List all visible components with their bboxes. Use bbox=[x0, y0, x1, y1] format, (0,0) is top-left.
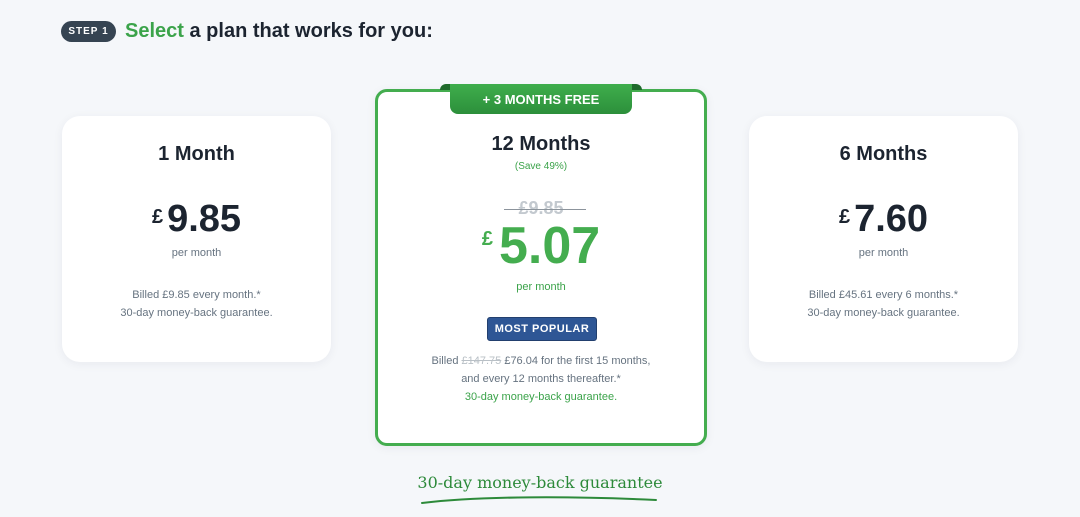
currency-symbol: £ bbox=[838, 206, 851, 228]
billing-line-2: and every 12 months thereafter.* bbox=[461, 373, 621, 385]
per-month-label: per month bbox=[171, 247, 222, 259]
plan-price: £ 5.07 bbox=[378, 220, 704, 272]
billed-prefix: Billed bbox=[431, 355, 462, 367]
billing-line: Billed £147.75 £76.04 for the first 15 m… bbox=[378, 352, 704, 370]
original-price: £9.85 bbox=[378, 198, 704, 219]
per-month-label: per month bbox=[858, 247, 909, 259]
billed-new-amount: £76.04 for the first 15 months, bbox=[501, 355, 651, 367]
per-month-label: per month bbox=[516, 281, 566, 293]
billing-line: Billed £9.85 every month.* bbox=[132, 289, 261, 301]
currency-symbol: £ bbox=[481, 228, 493, 250]
plan-card-6-months[interactable]: 6 Months £ 7.60 per month Billed £45.61 … bbox=[749, 116, 1018, 362]
step-title-rest: a plan that works for you: bbox=[183, 20, 433, 42]
savings-label: (Save 49%) bbox=[514, 161, 568, 172]
billing-line: Billed £45.61 every 6 months.* bbox=[808, 289, 959, 301]
plan-card-1-month[interactable]: 1 Month £ 9.85 per month Billed £9.85 ev… bbox=[62, 116, 331, 362]
currency-symbol: £ bbox=[151, 206, 164, 228]
most-popular-badge: MOST POPULAR bbox=[487, 317, 597, 341]
plan-name: 12 Months bbox=[491, 133, 591, 155]
guarantee-line: 30-day money-back guarantee. bbox=[120, 307, 273, 319]
ribbon-fold-left bbox=[440, 84, 450, 90]
price-amount: 7.60 bbox=[854, 198, 929, 240]
plan-price: £ 7.60 bbox=[749, 200, 1018, 238]
price-amount: 5.07 bbox=[498, 217, 601, 275]
ribbon-fold-right bbox=[632, 84, 642, 90]
plan-name: 1 Month bbox=[158, 143, 235, 165]
plan-card-12-months[interactable]: 12 Months (Save 49%) £9.85 £ 5.07 per mo… bbox=[375, 89, 707, 446]
billing-info: Billed £9.85 every month.* 30-day money-… bbox=[62, 286, 331, 322]
step-title: Select a plan that works for you: bbox=[125, 20, 433, 43]
billed-old-amount: £147.75 bbox=[461, 355, 502, 367]
underline-swoosh-icon bbox=[421, 496, 657, 504]
money-back-guarantee-link[interactable]: 30-day money-back guarantee bbox=[0, 473, 1080, 492]
plan-name: 6 Months bbox=[839, 143, 928, 165]
step-badge: STEP 1 bbox=[61, 21, 116, 42]
billing-info: Billed £147.75 £76.04 for the first 15 m… bbox=[378, 352, 704, 406]
free-months-ribbon: + 3 MONTHS FREE bbox=[440, 84, 642, 114]
billing-info: Billed £45.61 every 6 months.* 30-day mo… bbox=[749, 286, 1018, 322]
price-amount: 9.85 bbox=[167, 198, 242, 240]
step-title-highlight: Select bbox=[125, 20, 184, 42]
step-header: STEP 1 Select a plan that works for you: bbox=[61, 20, 433, 43]
guarantee-line: 30-day money-back guarantee. bbox=[464, 391, 618, 403]
ribbon-label: + 3 MONTHS FREE bbox=[450, 84, 632, 114]
guarantee-line: 30-day money-back guarantee. bbox=[807, 307, 960, 319]
original-price-text: £9.85 bbox=[504, 198, 586, 219]
plan-price: £ 9.85 bbox=[62, 200, 331, 238]
